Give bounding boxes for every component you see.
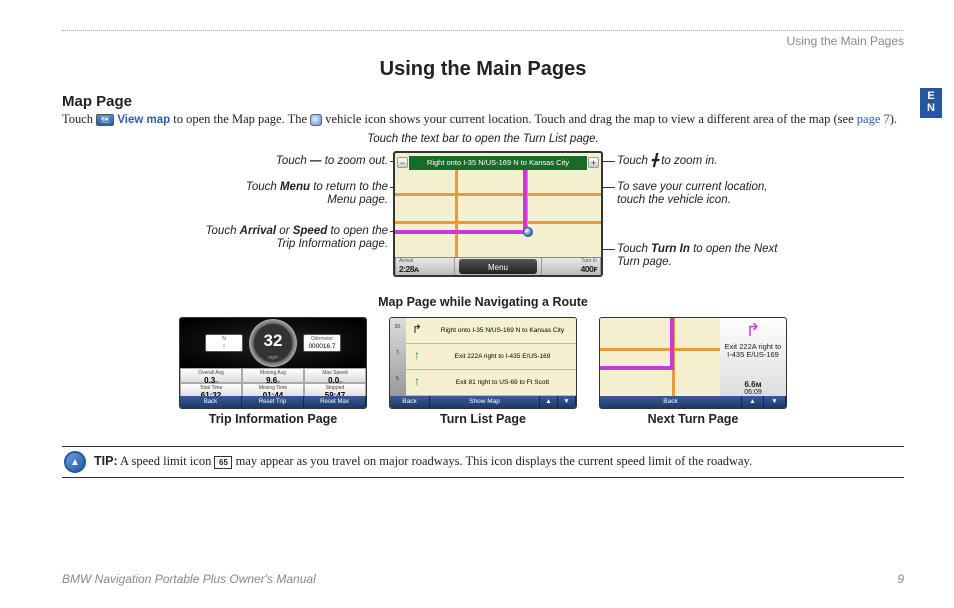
- map-text-bar[interactable]: Right onto I-35 N/US-169 N to Kansas Cit…: [409, 156, 587, 170]
- language-tab-en[interactable]: EN: [920, 88, 942, 118]
- footer-page-number: 9: [897, 572, 904, 586]
- page-title: Using the Main Pages: [62, 58, 904, 81]
- vehicle-icon-inline: [310, 114, 322, 126]
- section-title-map-page: Map Page: [62, 93, 904, 110]
- turn-in-field[interactable]: Turn In 400ꜰ: [541, 258, 601, 275]
- back-button[interactable]: Back: [180, 396, 242, 408]
- next-turn-panel: ↱ Exit 222A right to I-435 E/US-169 6.6ᴍ…: [720, 318, 786, 396]
- menu-button[interactable]: Menu: [459, 259, 537, 274]
- odometer: Odometer 000016.7: [303, 334, 341, 352]
- turn-list-item[interactable]: ↱ Right onto I-35 N/US-169 N to Kansas C…: [406, 318, 576, 344]
- callout-zoom-in: Touch ╋ to zoom in.: [617, 155, 787, 168]
- reset-trip-button[interactable]: Reset Trip: [242, 396, 304, 408]
- arrival-field[interactable]: Arrival 2:28ᴀ: [395, 258, 455, 275]
- next-turn-thumb: ↱ Exit 222A right to I-435 E/US-169 6.6ᴍ…: [599, 317, 787, 409]
- tip-box: TIP: A speed limit icon 65 may appear as…: [62, 446, 904, 478]
- right-arrow-icon: ↱: [409, 322, 425, 338]
- back-button[interactable]: Back: [390, 396, 430, 408]
- speed-limit-icon: 65: [214, 456, 232, 469]
- compass-icon: N ↑: [205, 334, 243, 352]
- view-map-icon: 🗺: [96, 114, 114, 126]
- trip-cell: Moving Avg9.6ᴍ: [242, 368, 304, 383]
- tip-icon: [64, 451, 86, 473]
- trip-cell: Overall Avg0.3ᴍ: [180, 368, 242, 383]
- zoom-out-button[interactable]: −: [397, 157, 408, 168]
- tip-label: TIP:: [94, 454, 118, 468]
- turn-list-item[interactable]: ↑ Exit 81 right to US-69 to Ft Scott: [406, 370, 576, 396]
- straight-arrow-icon: ↑: [409, 348, 425, 364]
- callout-menu: Touch Menu to return to the Menu page.: [218, 181, 388, 207]
- callout-zoom-out: Touch — to zoom out.: [218, 155, 388, 168]
- turn-list-thumb: 20. 7. 5. ↱ Right onto I-35 N/US-169 N t…: [389, 317, 577, 409]
- turn-list-caption: Turn List Page: [389, 412, 577, 426]
- map-screen: − + Right onto I-35 N/US-169 N to Kansas…: [393, 151, 603, 277]
- trip-info-caption: Trip Information Page: [179, 412, 367, 426]
- reset-max-button[interactable]: Reset Max: [304, 396, 366, 408]
- callout-arrival-speed: Touch Arrival or Speed to open the Trip …: [198, 225, 388, 251]
- up-arrow-icon[interactable]: ▲: [742, 396, 764, 408]
- turn-arrow-icon: ↱: [720, 320, 786, 341]
- down-arrow-icon[interactable]: ▼: [558, 396, 576, 408]
- header-section-label: Using the Main Pages: [62, 34, 904, 48]
- callout-vehicle-icon: To save your current location, touch the…: [617, 181, 787, 207]
- next-turn-caption: Next Turn Page: [599, 412, 787, 426]
- show-map-button[interactable]: Show Map: [430, 396, 540, 408]
- mile-scale: 20. 7. 5.: [390, 318, 406, 396]
- callout-turn-in: Touch Turn In to open the Next Turn page…: [617, 243, 787, 269]
- back-button[interactable]: Back: [600, 396, 742, 408]
- zoom-in-button[interactable]: +: [588, 157, 599, 168]
- trip-info-thumb: N ↑ 32 Odometer 000016.7 Overall Avg0.3ᴍ…: [179, 317, 367, 409]
- callout-textbar: Touch the text bar to open the Turn List…: [63, 133, 903, 145]
- page-7-link[interactable]: page 7: [857, 112, 890, 126]
- footer-manual-title: BMW Navigation Portable Plus Owner's Man…: [62, 572, 316, 586]
- up-arrow-icon[interactable]: ▲: [540, 396, 558, 408]
- turn-list-item[interactable]: ↑ Exit 222A right to I-435 E/US-169: [406, 344, 576, 370]
- map-diagram: Touch the text bar to open the Turn List…: [63, 133, 903, 293]
- trip-cell: Max Speed0.0ᴍ: [304, 368, 366, 383]
- map-page-paragraph: Touch 🗺 View map to open the Map page. T…: [62, 111, 904, 129]
- view-map-link[interactable]: View map: [117, 114, 170, 126]
- down-arrow-icon[interactable]: ▼: [764, 396, 786, 408]
- map-diagram-caption: Map Page while Navigating a Route: [62, 295, 904, 309]
- speed-gauge: 32: [249, 319, 297, 367]
- straight-arrow-icon: ↑: [409, 374, 425, 390]
- vehicle-icon[interactable]: [523, 227, 533, 237]
